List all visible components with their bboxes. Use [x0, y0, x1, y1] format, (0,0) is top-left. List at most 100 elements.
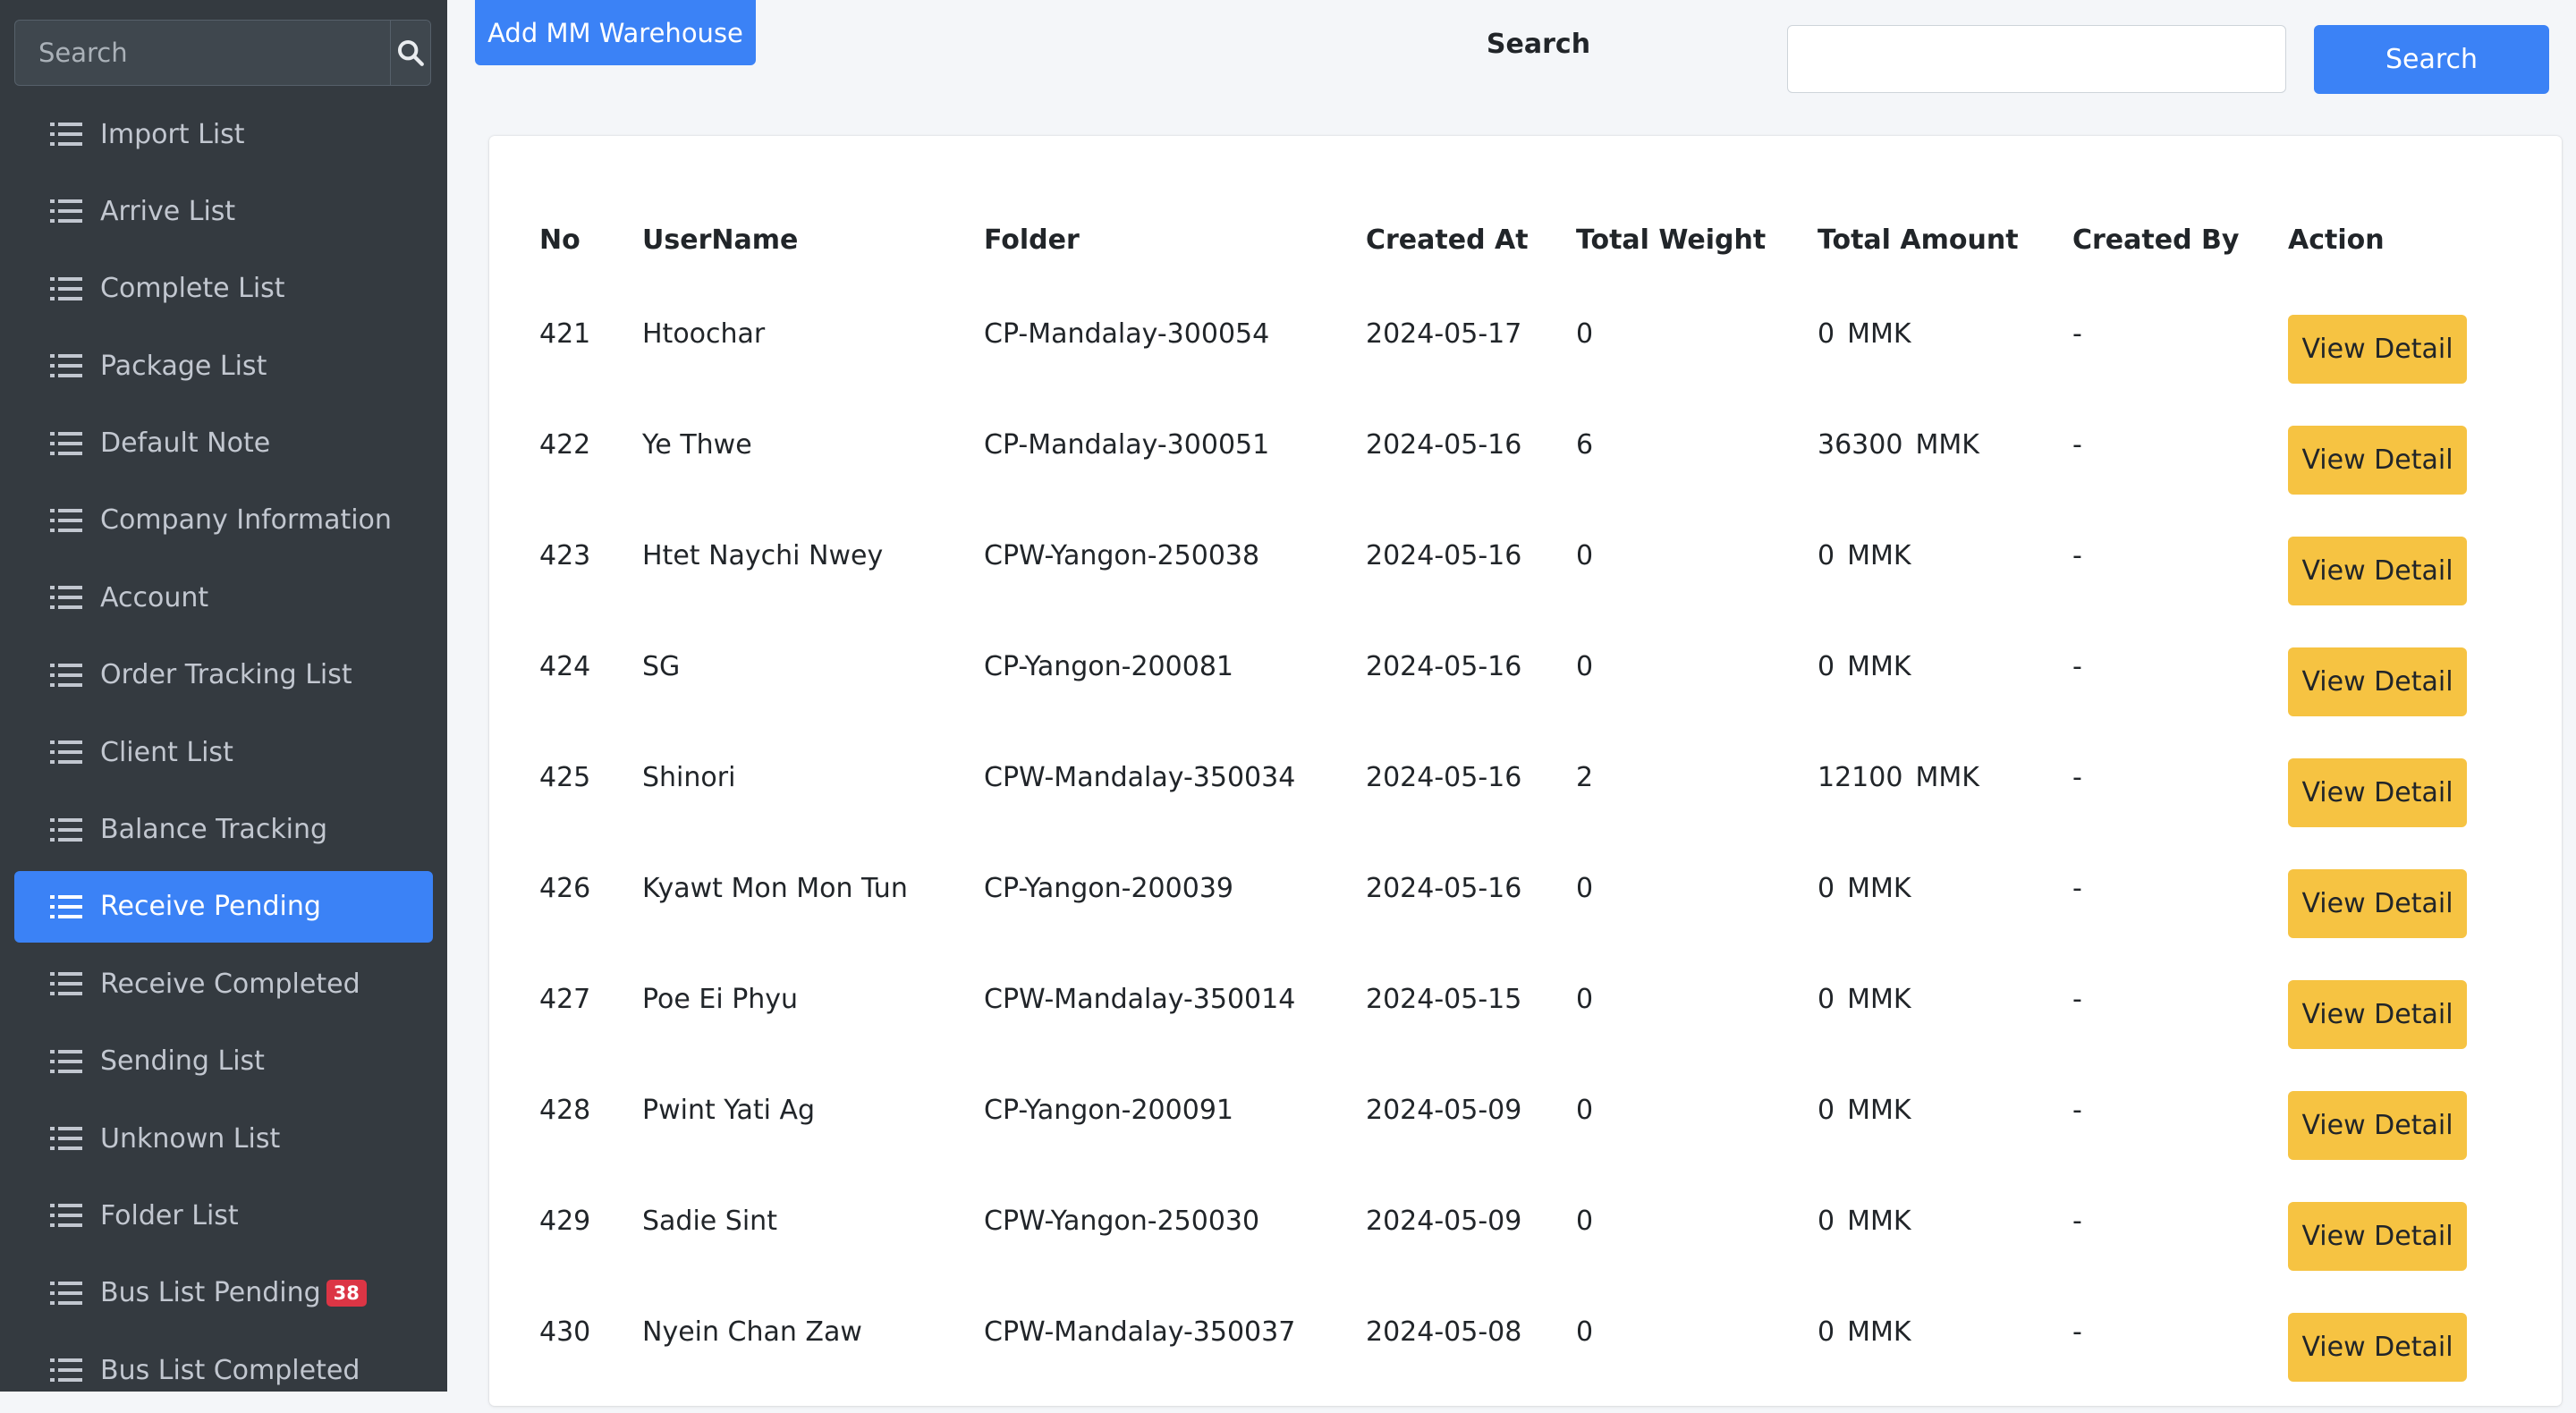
cell-no: 423 [539, 540, 591, 571]
list-icon [50, 663, 82, 687]
cell-created-at: 2024-05-16 [1366, 873, 1522, 904]
view-detail-button[interactable]: View Detail [2288, 315, 2467, 384]
sidebar-item-arrive-list[interactable]: Arrive List [14, 175, 433, 247]
cell-created-by: - [2072, 873, 2082, 904]
sidebar-item-import-list[interactable]: Import List [14, 98, 433, 170]
cell-folder: CP-Yangon-200039 [984, 873, 1233, 904]
spacer-cell [489, 1080, 539, 1191]
column-header-action: Action [2288, 224, 2385, 256]
list-icon [50, 1204, 82, 1228]
sidebar-item-order-tracking-list[interactable]: Order Tracking List [14, 639, 433, 711]
cell-folder: CPW-Yangon-250038 [984, 540, 1260, 571]
sidebar-item-receive-completed[interactable]: Receive Completed [14, 948, 433, 1020]
sidebar-item-label: Folder List [100, 1199, 239, 1231]
cell-created-by: - [2072, 651, 2082, 682]
cell-action: View Detail [2288, 637, 2562, 748]
amount-value: 0 [1818, 873, 1835, 904]
amount-value: 0 [1818, 1095, 1835, 1126]
sidebar-item-bus-list-pending[interactable]: Bus List Pending 38 [14, 1257, 433, 1329]
cell-created-by: - [2072, 540, 2082, 571]
cell-total-amount: 0 MMK [1818, 1191, 2072, 1302]
sidebar-item-company-information[interactable]: Company Information [14, 485, 433, 556]
search-input[interactable] [1787, 25, 2286, 93]
search-label: Search [1486, 29, 1591, 60]
sidebar-item-package-list[interactable]: Package List [14, 330, 433, 402]
cell-action: View Detail [2288, 1080, 2562, 1191]
amount-currency: MMK [1847, 651, 1911, 682]
table-row: 424 SG CP-Yangon-200081 2024-05-16 0 0 MMK - Vie… [489, 637, 2562, 748]
sidebar-item-folder-list[interactable]: Folder List [14, 1180, 433, 1251]
spacer-cell [489, 526, 539, 637]
sidebar-item-account[interactable]: Account [14, 562, 433, 633]
cell-folder: CPW-Mandalay-350034 [984, 762, 1296, 793]
amount-currency: MMK [1847, 318, 1911, 350]
cell-no: 429 [539, 1206, 591, 1237]
cell-username: SG [642, 651, 681, 682]
amount-currency: MMK [1847, 873, 1911, 904]
view-detail-button[interactable]: View Detail [2288, 426, 2467, 495]
cell-total-weight: 0 [1576, 873, 1594, 904]
cell-total-amount: 0 MMK [1818, 304, 2072, 415]
sidebar-item-client-list[interactable]: Client List [14, 716, 433, 788]
cell-total-weight: 0 [1576, 1095, 1594, 1126]
table-row: 427 Poe Ei Phyu CPW-Mandalay-350014 2024-05… [489, 969, 2562, 1080]
cell-total-amount: 12100 MMK [1818, 748, 2072, 859]
view-detail-button[interactable]: View Detail [2288, 1313, 2467, 1382]
list-icon [50, 1358, 82, 1383]
sidebar-search-button[interactable] [390, 21, 430, 85]
cell-total-weight: 0 [1576, 651, 1594, 682]
sidebar-item-complete-list[interactable]: Complete List [14, 253, 433, 325]
view-detail-button[interactable]: View Detail [2288, 758, 2467, 827]
sidebar-item-label: Bus List Pending [100, 1277, 321, 1309]
spacer-cell [489, 969, 539, 1080]
column-header-username: UserName [642, 224, 799, 256]
view-detail-button[interactable]: View Detail [2288, 980, 2467, 1049]
view-detail-button[interactable]: View Detail [2288, 1091, 2467, 1160]
view-detail-button[interactable]: View Detail [2288, 537, 2467, 605]
cell-no: 430 [539, 1316, 591, 1348]
spacer-cell [489, 637, 539, 748]
cell-created-at: 2024-05-09 [1366, 1095, 1522, 1126]
column-header-total-weight: Total Weight [1576, 224, 1767, 256]
list-icon [50, 354, 82, 378]
list-icon [50, 972, 82, 996]
sidebar-item-balance-tracking[interactable]: Balance Tracking [14, 794, 433, 866]
cell-created-at: 2024-05-17 [1366, 318, 1522, 350]
sidebar-item-label: Complete List [100, 273, 285, 305]
table-row: 423 Htet Naychi Nwey CPW-Yangon-250038 2024… [489, 526, 2562, 637]
spacer-cell [489, 304, 539, 415]
cell-no: 422 [539, 429, 591, 461]
sidebar-item-label: Unknown List [100, 1122, 281, 1155]
search-icon [397, 39, 424, 66]
cell-total-amount: 0 MMK [1818, 859, 2072, 969]
view-detail-button[interactable]: View Detail [2288, 647, 2467, 716]
sidebar-item-sending-list[interactable]: Sending List [14, 1026, 433, 1097]
cell-created-at: 2024-05-09 [1366, 1206, 1522, 1237]
add-mm-warehouse-button[interactable]: Add MM Warehouse [475, 0, 756, 65]
cell-no: 427 [539, 984, 591, 1015]
cell-folder: CPW-Mandalay-350037 [984, 1316, 1296, 1348]
cell-action: View Detail [2288, 859, 2562, 969]
sidebar-item-label: Package List [100, 350, 267, 382]
sidebar-search-input[interactable] [15, 21, 390, 85]
view-detail-button[interactable]: View Detail [2288, 1202, 2467, 1271]
cell-username: Poe Ei Phyu [642, 984, 799, 1015]
amount-value: 0 [1818, 318, 1835, 350]
sidebar-item-default-note[interactable]: Default Note [14, 408, 433, 479]
sidebar-item-receive-pending[interactable]: Receive Pending [14, 870, 433, 943]
cell-total-amount: 0 MMK [1818, 526, 2072, 637]
sidebar-item-unknown-list[interactable]: Unknown List [14, 1103, 433, 1174]
cell-total-amount: 0 MMK [1818, 969, 2072, 1080]
column-header-folder: Folder [984, 224, 1080, 256]
list-icon [50, 276, 82, 300]
cell-action: View Detail [2288, 415, 2562, 526]
sidebar-item-bus-list-completed[interactable]: Bus List Completed [14, 1334, 433, 1392]
amount-value: 12100 [1818, 762, 1903, 793]
cell-no: 426 [539, 873, 591, 904]
search-button[interactable]: Search [2314, 25, 2549, 94]
view-detail-button[interactable]: View Detail [2288, 869, 2467, 938]
cell-created-at: 2024-05-15 [1366, 984, 1522, 1015]
table-row: 430 Nyein Chan Zaw CPW-Mandalay-350037 2024… [489, 1302, 2562, 1413]
cell-total-amount: 0 MMK [1818, 1302, 2072, 1413]
cell-folder: CPW-Yangon-250030 [984, 1206, 1260, 1237]
